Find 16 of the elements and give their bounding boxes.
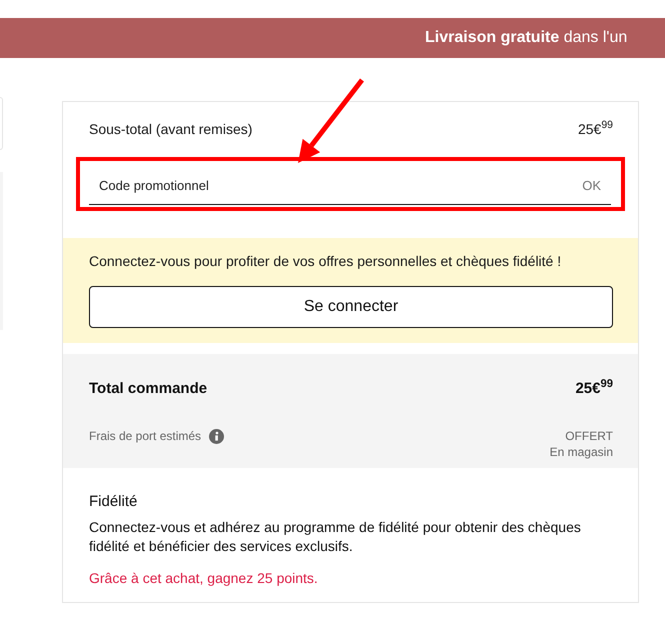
shipping-value: OFFERT [565,428,613,444]
subtotal-price: 25€$^{99}$ [578,118,613,138]
total-label: Total commande [89,379,208,399]
shipping-note: En magasin [550,444,613,460]
banner-text: Livraison gratuite dans l'un [425,28,628,48]
shipping-label: Frais de port estimés [89,428,202,444]
loyalty-description: Connectez-vous et adhérez au programme de fidélité pour obtenir des chèques fidélité et bénéficier des services exclusifs. [89,518,582,556]
login-message: Connectez-vous pour profiter de vos offres personnelles et chèques fidélité ! [89,252,562,271]
loyalty-reward: Grâce à cet achat, gagnez 25 points. [89,569,319,588]
login-button[interactable]: Se connecter [89,286,613,328]
subtotal-label: Sous-total (avant remises) [89,120,252,138]
info-icon[interactable] [209,428,224,444]
loyalty-title: Fidélité [89,492,138,512]
promo-code-field[interactable]: Code promotionnel [89,167,574,205]
total-price: 25€$^{99}$ [575,379,613,399]
apply-code-button[interactable]: OK [574,167,611,205]
